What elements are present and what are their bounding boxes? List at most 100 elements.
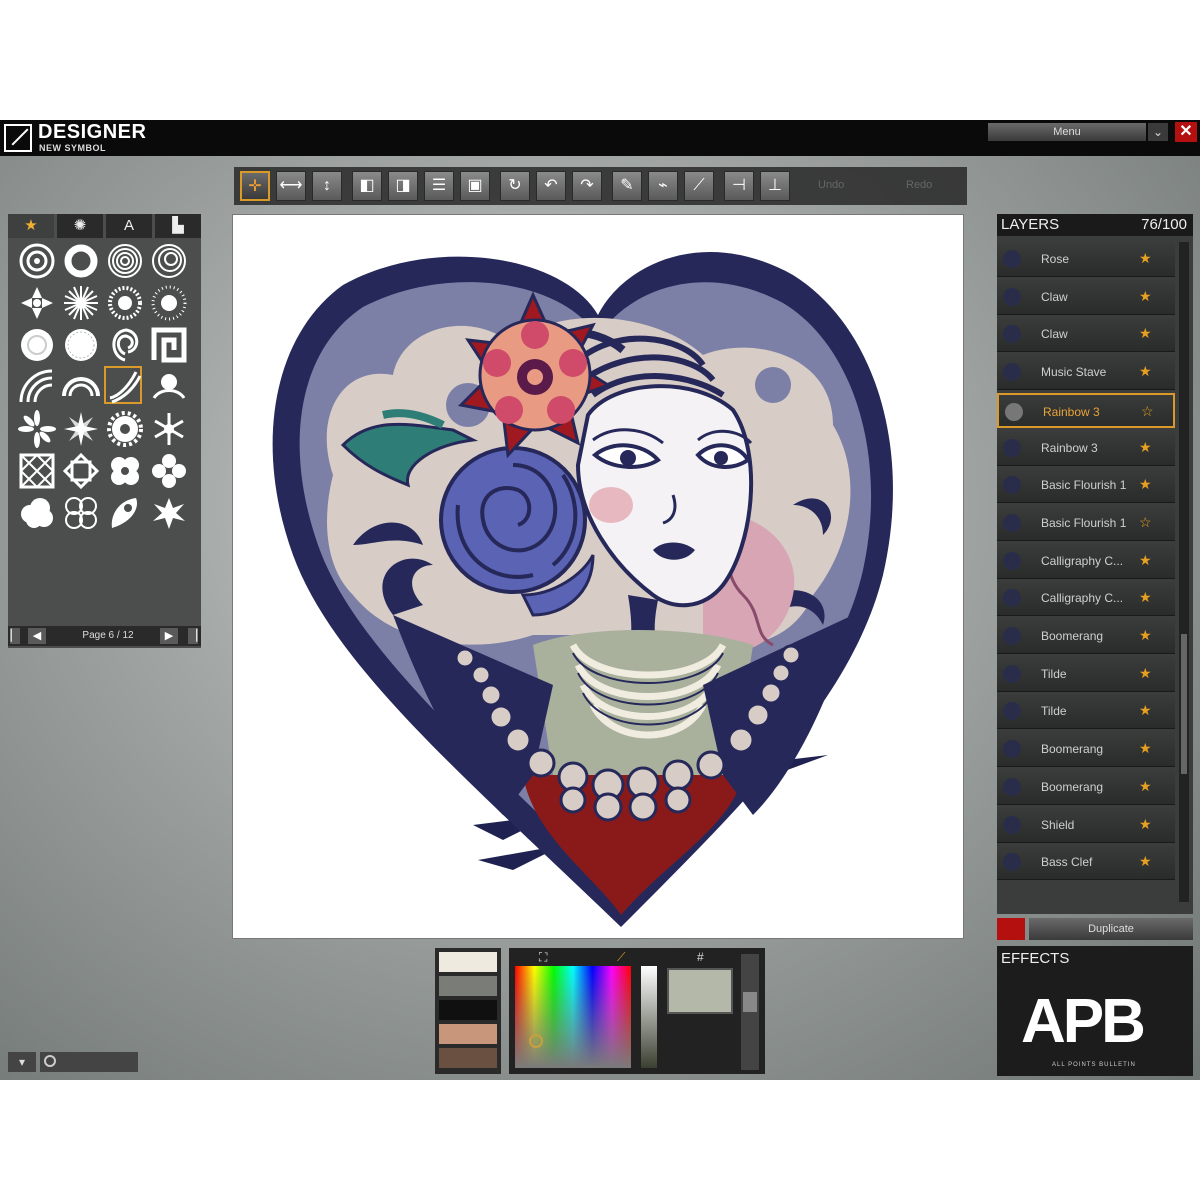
star-flower-icon[interactable] — [62, 410, 100, 448]
sunburst-icon[interactable] — [106, 284, 144, 322]
chevron-down-icon[interactable]: ⌄ — [1148, 123, 1168, 141]
star-icon[interactable]: ★ — [1139, 589, 1152, 606]
expand-icon[interactable]: ⛶ — [539, 950, 547, 965]
star-icon[interactable]: ★ — [1139, 476, 1152, 493]
layer-row[interactable]: Tilde ★ — [997, 694, 1175, 730]
layer-row[interactable]: Boomerang ★ — [997, 732, 1175, 768]
layer-row[interactable]: Rainbow 3 ★ — [997, 430, 1175, 466]
color-swatch[interactable] — [439, 976, 497, 996]
layers-scrollbar[interactable] — [1179, 242, 1189, 902]
pen-icon[interactable]: ✎ — [612, 171, 642, 201]
rainbow-3-icon[interactable] — [104, 366, 142, 404]
eyedropper-icon[interactable]: ⟋ — [684, 171, 714, 201]
alpha-slider[interactable] — [741, 954, 759, 1070]
menu-button[interactable]: Menu — [988, 123, 1146, 141]
last-page-icon[interactable]: ▕ — [188, 628, 198, 644]
star-icon[interactable]: ★ — [1139, 552, 1152, 569]
celtic-knot-icon[interactable] — [62, 452, 100, 490]
shell-icon[interactable] — [106, 326, 144, 364]
layer-row[interactable]: Rainbow 3 ☆ — [997, 392, 1175, 428]
star-icon[interactable]: ★ — [1139, 665, 1152, 682]
star-icon[interactable]: ☆ — [1139, 514, 1152, 531]
star-icon[interactable]: ★ — [1139, 853, 1152, 870]
tab-images[interactable]: ▙ — [155, 214, 201, 238]
layer-front-icon[interactable]: ◧ — [352, 171, 382, 201]
burst-ray-icon[interactable] — [150, 284, 188, 322]
ornate-flower-icon[interactable] — [150, 452, 188, 490]
multi-ring-icon[interactable] — [106, 242, 144, 280]
snowflake-icon[interactable] — [150, 410, 188, 448]
undo-button[interactable]: Undo — [818, 179, 844, 191]
align-icon[interactable]: ☰ — [424, 171, 454, 201]
propeller-icon[interactable] — [18, 284, 56, 322]
starburst-icon[interactable] — [62, 284, 100, 322]
star-icon[interactable]: ★ — [1139, 702, 1152, 719]
layer-row[interactable]: Boomerang ★ — [997, 769, 1175, 805]
dotted-circle-icon[interactable] — [62, 326, 100, 364]
design-canvas[interactable] — [232, 214, 964, 939]
clock-button[interactable] — [40, 1052, 138, 1072]
group-icon[interactable]: ▣ — [460, 171, 490, 201]
layer-row[interactable]: Basic Flourish 1 ★ — [997, 468, 1175, 504]
brightness-slider[interactable] — [641, 966, 657, 1068]
star-icon[interactable]: ★ — [1139, 288, 1152, 305]
chevron-left-icon[interactable]: ◀ — [28, 628, 46, 644]
thick-ring-icon[interactable] — [62, 242, 100, 280]
layer-row[interactable]: Claw ★ — [997, 279, 1175, 315]
layer-row[interactable]: Calligraphy C... ★ — [997, 543, 1175, 579]
rotate-left-icon[interactable]: ↶ — [536, 171, 566, 201]
concentric-circles-icon[interactable] — [18, 242, 56, 280]
star-icon[interactable]: ★ — [1139, 816, 1152, 833]
layer-row[interactable]: Rose ★ — [997, 242, 1175, 277]
color-cursor[interactable] — [529, 1034, 543, 1048]
cloud-icon[interactable] — [18, 494, 56, 532]
flip-vertical-icon[interactable]: ⊥ — [760, 171, 790, 201]
star-icon[interactable]: ★ — [1139, 439, 1152, 456]
layer-row[interactable]: Boomerang ★ — [997, 619, 1175, 654]
rainbow-2-icon[interactable] — [62, 368, 100, 406]
star-icon[interactable]: ★ — [1139, 778, 1152, 795]
tab-text[interactable]: A — [106, 214, 152, 238]
layer-row[interactable]: Basic Flourish 1 ☆ — [997, 505, 1175, 541]
lattice-icon[interactable] — [18, 452, 56, 490]
color-spectrum[interactable] — [515, 966, 631, 1068]
scale-vertical-icon[interactable]: ↕ — [312, 171, 342, 201]
layer-row[interactable]: Tilde ★ — [997, 656, 1175, 692]
flip-horizontal-icon[interactable]: ⊣ — [724, 171, 754, 201]
swirl-circle-icon[interactable] — [18, 326, 56, 364]
ornament-icon[interactable] — [150, 368, 188, 406]
star-icon[interactable]: ★ — [1139, 325, 1152, 342]
move-icon[interactable]: ✛ — [240, 171, 270, 201]
rotate-right-icon[interactable]: ↷ — [572, 171, 602, 201]
star-icon[interactable]: ★ — [1139, 250, 1152, 267]
chat-icon[interactable]: ▾ — [8, 1052, 36, 1072]
gear-flower-icon[interactable] — [106, 410, 144, 448]
layer-row[interactable]: Calligraphy C... ★ — [997, 581, 1175, 617]
trash-icon[interactable] — [997, 918, 1025, 940]
color-swatch[interactable] — [439, 1024, 497, 1044]
star-icon[interactable]: ★ — [1139, 363, 1152, 380]
star-icon[interactable]: ☆ — [1141, 403, 1154, 420]
tab-favorites[interactable]: ★ — [8, 214, 54, 238]
paisley-icon[interactable] — [106, 494, 144, 532]
layer-row[interactable]: Music Stave ★ — [997, 355, 1175, 391]
close-button[interactable]: ✕ — [1175, 122, 1197, 142]
splat-icon[interactable] — [150, 494, 188, 532]
color-swatch[interactable] — [439, 1048, 497, 1068]
rotate-icon[interactable]: ↻ — [500, 171, 530, 201]
scale-horizontal-icon[interactable]: ⟷ — [276, 171, 306, 201]
color-swatch[interactable] — [439, 952, 497, 972]
color-swatch[interactable] — [439, 1000, 497, 1020]
brush-icon[interactable]: ⌁ — [648, 171, 678, 201]
eyedropper-icon[interactable]: ⟋ — [617, 950, 625, 965]
first-page-icon[interactable]: ▏ — [10, 628, 20, 644]
circles-cluster-icon[interactable] — [62, 494, 100, 532]
cloud-flower-icon[interactable] — [106, 452, 144, 490]
tab-shapes[interactable]: ✺ — [57, 214, 103, 238]
chevron-right-icon[interactable]: ▶ — [160, 628, 178, 644]
layer-row[interactable]: Shield ★ — [997, 807, 1175, 843]
layers-scroll-thumb[interactable] — [1181, 634, 1187, 774]
layer-row[interactable]: Bass Clef ★ — [997, 845, 1175, 881]
star-icon[interactable]: ★ — [1139, 627, 1152, 644]
pinwheel-icon[interactable] — [18, 410, 56, 448]
